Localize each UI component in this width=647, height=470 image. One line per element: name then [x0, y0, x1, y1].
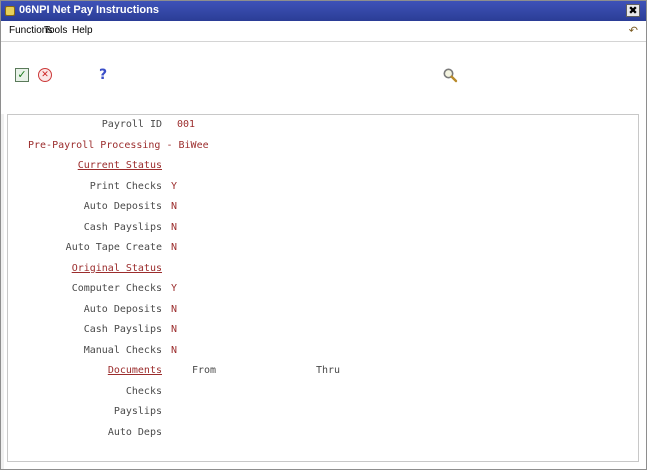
payslips-label: Payslips [113, 406, 162, 417]
menu-bar: Functions Tools Help ↶ [1, 21, 646, 42]
current-status-header: Current Status [77, 160, 162, 171]
manual-checks-label: Manual Checks [83, 345, 162, 356]
print-checks-value[interactable]: Y [171, 181, 177, 193]
cancel-icon[interactable]: ✕ [38, 68, 52, 82]
manual-checks-value[interactable]: N [171, 345, 177, 357]
payroll-id-value[interactable]: 001 [177, 119, 195, 131]
print-checks-label: Print Checks [89, 181, 162, 192]
close-icon[interactable]: ✖ [626, 4, 640, 17]
search-icon[interactable] [442, 67, 458, 83]
auto-deps-label: Auto Deps [107, 427, 162, 438]
computer-checks-value[interactable]: Y [171, 283, 177, 295]
computer-checks-label: Computer Checks [71, 283, 162, 294]
documents-from-label: From [192, 365, 217, 376]
restore-icon[interactable]: ↶ [629, 24, 638, 37]
title-bar[interactable]: 06NPI Net Pay Instructions ✖ [1, 1, 646, 21]
cash-payslips-value[interactable]: N [171, 222, 177, 234]
orig-auto-deposits-value[interactable]: N [171, 304, 177, 316]
form-panel: Payroll ID 001 Pre-Payroll Processing - … [7, 114, 639, 462]
window-title: 06NPI Net Pay Instructions [19, 4, 159, 16]
help-icon[interactable]: ? [96, 68, 110, 82]
menu-tools[interactable]: Tools [44, 25, 67, 36]
check-icon[interactable]: ✓ [15, 68, 29, 82]
process-title: Pre-Payroll Processing - BiWee [28, 140, 209, 151]
toolbar: ✓ ✕ ? [1, 42, 646, 114]
documents-thru-label: Thru [316, 365, 341, 376]
auto-deposits-label: Auto Deposits [83, 201, 162, 212]
orig-auto-deposits-label: Auto Deposits [83, 304, 162, 315]
auto-tape-create-value[interactable]: N [171, 242, 177, 254]
auto-deposits-value[interactable]: N [171, 201, 177, 213]
menu-help[interactable]: Help [72, 25, 93, 36]
payroll-id-label: Payroll ID [101, 119, 162, 130]
orig-cash-payslips-value[interactable]: N [171, 324, 177, 336]
cash-payslips-label: Cash Payslips [83, 222, 162, 233]
orig-cash-payslips-label: Cash Payslips [83, 324, 162, 335]
auto-tape-create-label: Auto Tape Create [65, 242, 162, 253]
documents-header: Documents [107, 365, 162, 376]
app-icon [5, 6, 15, 16]
net-pay-window: 06NPI Net Pay Instructions ✖ Functions T… [0, 0, 647, 470]
checks-label: Checks [125, 386, 162, 397]
original-status-header: Original Status [71, 263, 162, 274]
